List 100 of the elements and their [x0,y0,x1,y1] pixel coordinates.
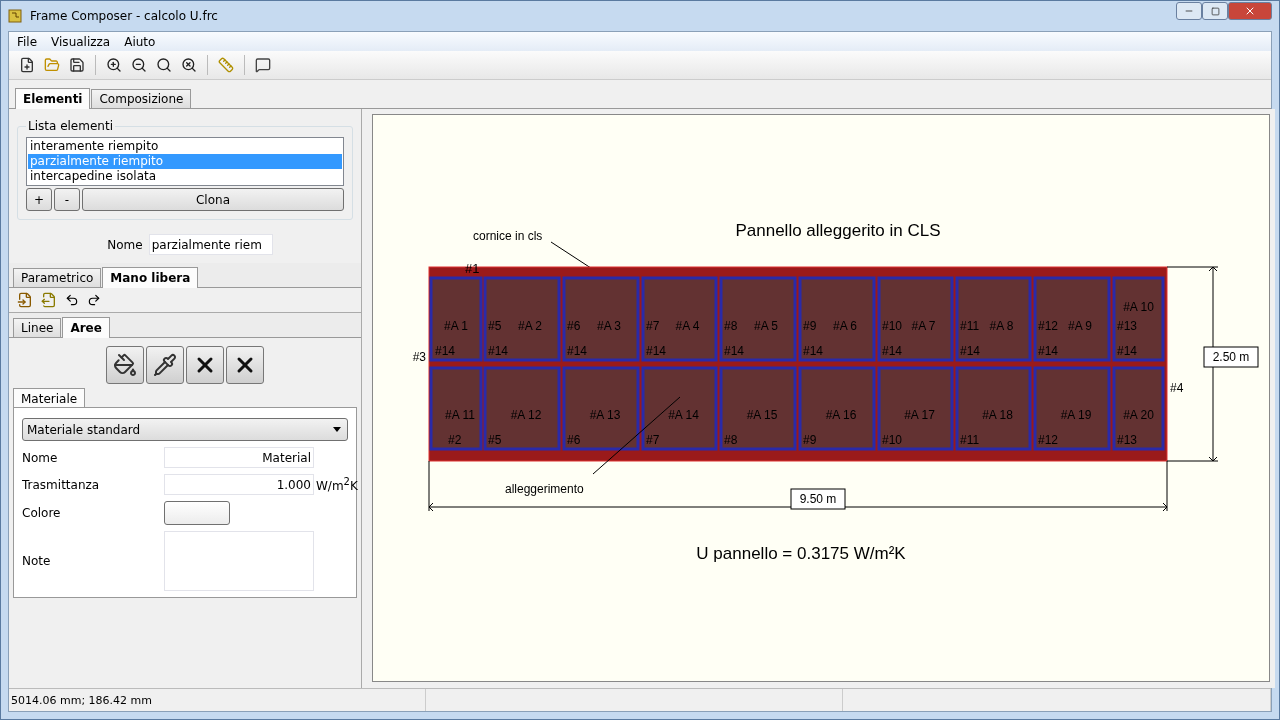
line-label: #13 [1117,319,1138,333]
cell-label: #A 4 [675,319,700,333]
window-title: Frame Composer - calcolo U.frc [30,9,219,23]
cell-label: #A 17 [904,408,935,422]
line-label: #3 [412,350,426,364]
cell-label: #A 10 [1123,300,1154,314]
cell-label: #A 8 [989,319,1014,333]
cell-label: #A 15 [746,408,778,422]
line-label: #10 [882,433,903,447]
text-field[interactable]: Material [164,447,314,468]
undo-icon[interactable] [65,293,79,307]
cell-label: #A 18 [982,408,1013,422]
comment-icon[interactable] [253,55,273,75]
import-icon[interactable] [17,292,33,308]
menu-item[interactable]: Visualizza [45,34,117,49]
line-label: #14 [882,344,903,358]
line-label: #14 [724,344,745,358]
coordinates-text: 5014.06 mm; 186.42 mm [11,693,153,707]
menu-item[interactable]: File [11,34,44,49]
dimension-label-box [790,488,846,510]
caret-icon [333,427,341,432]
cell-label: #A 3 [597,319,621,333]
annotation-text: cornice in cls [473,229,543,243]
cell-label: #A 20 [1123,408,1154,422]
fill-area-button[interactable] [106,346,144,384]
color-button[interactable] [164,501,230,525]
tab[interactable]: Materiale [13,388,86,409]
line-label: #8 [724,319,738,333]
cell-label: #A 9 [1068,319,1092,333]
tab[interactable]: Parametrico [13,268,102,287]
line-label: #5 [488,433,502,447]
field-label: Colore [22,506,62,520]
line-label: #11 [960,319,980,333]
cell-label: #A 11 [445,408,475,422]
name-field[interactable]: parzialmente riem [148,234,273,255]
cell-label: #A 19 [1060,408,1092,422]
cell-label: #A 16 [825,408,857,422]
delete-fill-button[interactable] [186,346,224,384]
tab[interactable]: Linee [13,318,62,337]
paint-bucket-icon [113,353,137,377]
line-label: #11 [960,433,980,447]
clear-fills-button[interactable] [226,346,264,384]
field-label: Nome [107,237,143,252]
cell-label: #A 6 [833,319,857,333]
unit-label: W/m$^{2}$K [316,476,358,493]
line-label: #14 [1038,344,1059,358]
line-label: #12 [1038,319,1059,333]
tab[interactable]: Elementi [15,88,91,109]
cell-label: #A 5 [754,319,778,333]
group-title: Lista elementi [27,119,114,133]
menu-item[interactable]: Aiuto [118,34,162,49]
export-icon[interactable] [41,292,57,308]
pick-color-button[interactable] [146,346,184,384]
tab[interactable]: Composizione [91,89,192,108]
notes-field[interactable] [164,531,314,591]
field-label: Trasmittanza [22,477,101,492]
line-label: #9 [803,433,817,447]
add-button[interactable]: + [26,188,52,211]
cell-label: #A 2 [518,319,542,333]
dimension-label: 9.50 m [799,492,837,506]
field-label: Nome [22,450,59,465]
clone-button[interactable]: Clona [82,188,344,211]
tab[interactable]: Mano libera [102,267,199,288]
cell-label: #A 14 [668,408,699,422]
line-label: #4 [1170,381,1184,395]
cell-label: #A 1 [444,319,468,333]
redo-icon[interactable] [87,293,101,307]
line-label: #13 [1117,433,1138,447]
tab[interactable]: Aree [62,317,110,338]
eyedropper-icon [153,353,177,377]
line-label: #14 [1117,344,1138,358]
line-label: #2 [448,433,462,447]
cell-label: #A 12 [510,408,542,422]
line-label: #14 [646,344,667,358]
result-text: U pannello = 0.3175 W/m²K [696,544,906,563]
dimension-label: 2.50 m [1212,350,1250,364]
material-dropdown[interactable]: Materiale standard [22,418,348,441]
line-label: #14 [960,344,981,358]
line-label: #6 [567,433,581,447]
line-label: #14 [435,344,456,358]
maximize-button[interactable] [1202,2,1228,20]
app-logo-icon [8,8,24,24]
drawing-title: Pannello alleggerito in CLS [735,221,941,240]
remove-button[interactable]: - [54,188,80,211]
maximize-icon [1210,6,1220,16]
line-label: #12 [1038,433,1059,447]
line-label: #9 [803,319,817,333]
line-label: #7 [646,433,660,447]
close-icon [1244,5,1256,17]
line-label: #8 [724,433,738,447]
ruler-icon[interactable] [216,55,236,75]
cell-label: #A 13 [589,408,621,422]
text-field[interactable]: 1.000 [164,474,314,495]
minimize-button[interactable] [1176,2,1202,20]
line-label: #14 [488,344,509,358]
line-label: #10 [882,319,903,333]
save-icon[interactable] [67,55,87,75]
line-label: #5 [488,319,502,333]
line-label: #14 [803,344,824,358]
field-label: Note [22,554,52,568]
